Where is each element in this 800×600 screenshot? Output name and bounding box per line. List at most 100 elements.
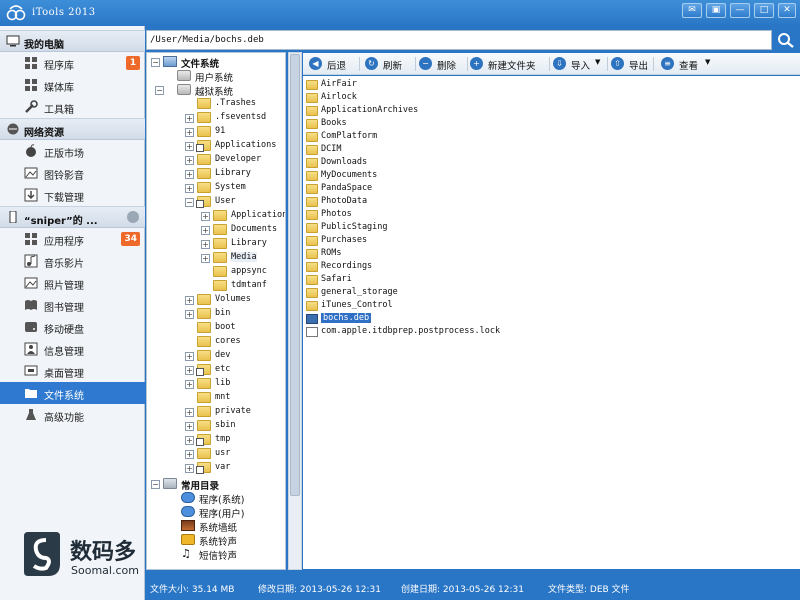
group-my-computer[interactable]: 我的电脑 — [0, 30, 145, 52]
tree-label: appsync — [231, 266, 267, 276]
sidebar-item-label: 文件系统 — [44, 391, 84, 402]
sidebar-item-advanced[interactable]: 高级功能 — [0, 404, 145, 426]
sidebar-item-label: 高级功能 — [44, 413, 84, 424]
expand-icon[interactable]: + — [185, 296, 194, 305]
path-input[interactable]: /User/Media/bochs.deb — [146, 30, 772, 50]
new-folder-icon: + — [470, 57, 483, 70]
sidebar-item-books[interactable]: 图书管理 — [0, 294, 145, 316]
sidebar-item-label: 桌面管理 — [44, 369, 84, 380]
sidebar-item-download-manager[interactable]: 下载管理 — [0, 184, 145, 206]
expand-icon[interactable]: + — [185, 114, 194, 123]
sidebar-item-info-manager[interactable]: 信息管理 — [0, 338, 145, 360]
expand-icon[interactable]: + — [185, 408, 194, 417]
group-label: 我的电脑 — [24, 40, 64, 51]
sidebar-item-ringtones-media[interactable]: 图铃影音 — [0, 162, 145, 184]
tree-label: Applications — [231, 210, 285, 220]
file-name: Books — [321, 118, 347, 128]
expand-icon[interactable]: + — [185, 436, 194, 445]
sidebar-item-desktop-manager[interactable]: 桌面管理 — [0, 360, 145, 382]
sidebar-item-app-store[interactable]: 正版市场 — [0, 140, 145, 162]
folder-icon — [213, 266, 227, 277]
skin-button[interactable]: ▣ — [706, 3, 726, 18]
collapse-icon[interactable]: − — [185, 198, 194, 207]
tree-label: boot — [215, 322, 236, 332]
expand-icon[interactable]: + — [185, 156, 194, 165]
collapse-icon[interactable]: − — [151, 58, 160, 67]
sidebar-item-toolbox[interactable]: 工具箱 — [0, 96, 145, 118]
back-button[interactable]: ◀ 后退 — [309, 56, 355, 72]
expand-icon[interactable]: + — [185, 310, 194, 319]
folder-icon — [306, 184, 318, 194]
bell-icon — [181, 534, 195, 545]
sidebar-item-mobile-disk[interactable]: 移动硬盘 — [0, 316, 145, 338]
tree-label: 系统铃声 — [199, 537, 238, 548]
expand-icon[interactable]: + — [185, 450, 194, 459]
refresh-label: 刷新 — [383, 61, 403, 72]
delete-button[interactable]: − 删除 — [419, 56, 465, 72]
file-icon — [306, 327, 318, 337]
eject-icon[interactable] — [127, 211, 139, 223]
tree-label: 91 — [215, 126, 226, 136]
close-button[interactable]: ✕ — [778, 3, 796, 18]
modified-date: 修改日期: 2013-05-26 12:31 — [258, 585, 381, 595]
file-name: com.apple.itdbprep.postprocess.lock — [321, 326, 501, 336]
expand-icon[interactable]: + — [185, 380, 194, 389]
tree-label: .Trashes — [215, 98, 256, 108]
collapse-icon[interactable]: − — [151, 480, 160, 489]
import-button[interactable]: ⇩ 导入 ▼ — [553, 56, 603, 72]
sidebar-item-file-system[interactable]: 文件系统 — [0, 382, 145, 404]
group-network-resources[interactable]: 网络资源 — [0, 118, 145, 140]
dropdown-arrow-icon: ▼ — [705, 58, 711, 66]
sidebar-item-music-video[interactable]: 音乐影片 — [0, 250, 145, 272]
collapse-icon[interactable]: − — [155, 86, 164, 95]
expand-icon[interactable]: + — [185, 142, 194, 151]
group-label: “sniper”的 ... — [24, 216, 98, 227]
sidebar-item-label: 图书管理 — [44, 303, 84, 314]
expand-icon[interactable]: + — [201, 212, 210, 221]
expand-icon[interactable]: + — [185, 352, 194, 361]
export-button[interactable]: ⇧ 导出 — [611, 56, 657, 72]
photo-icon — [24, 277, 38, 289]
expand-icon[interactable]: + — [185, 366, 194, 375]
sidebar-item-photos[interactable]: 照片管理 — [0, 272, 145, 294]
folder-icon — [306, 288, 318, 298]
file-name: DCIM — [321, 144, 342, 154]
maximize-button[interactable]: □ — [754, 3, 774, 18]
tree-label: Library — [231, 238, 267, 248]
search-icon[interactable] — [776, 31, 796, 49]
drive-icon — [177, 70, 191, 81]
apps-grid-icon — [25, 233, 37, 245]
expand-icon[interactable]: + — [201, 226, 210, 235]
tree-label: 程序(用户) — [199, 509, 245, 520]
status-bar: 文件大小: 35.14 MB 修改日期: 2013-05-26 12:31 创建… — [146, 576, 800, 600]
tree-label: Documents — [231, 224, 278, 234]
sidebar-item-media-library[interactable]: 媒体库 — [0, 74, 145, 96]
sidebar-item-applications[interactable]: 应用程序 34 — [0, 228, 145, 250]
tree-scrollbar-thumb[interactable] — [290, 54, 300, 496]
file-name: Safari — [321, 274, 352, 284]
book-icon — [25, 300, 37, 310]
tree-label: sbin — [215, 420, 236, 430]
refresh-button[interactable]: ↻ 刷新 — [365, 56, 411, 72]
sidebar-item-app-library[interactable]: 程序库 1 — [0, 52, 145, 74]
count-badge: 34 — [121, 232, 140, 246]
view-button[interactable]: ≡ 查看 ▼ — [661, 56, 717, 72]
new-folder-button[interactable]: + 新建文件夹 — [470, 56, 546, 72]
sidebar-item-label: 下载管理 — [44, 193, 84, 204]
expand-icon[interactable]: + — [185, 184, 194, 193]
tree-label: 短信铃声 — [199, 551, 238, 562]
expand-icon[interactable]: + — [185, 170, 194, 179]
music-icon — [24, 254, 38, 268]
expand-icon[interactable]: + — [185, 422, 194, 431]
expand-icon[interactable]: + — [185, 128, 194, 137]
tree-label: User — [215, 196, 236, 206]
minimize-button[interactable]: — — [730, 3, 750, 18]
expand-icon[interactable]: + — [185, 464, 194, 473]
feedback-button[interactable]: ✉ — [682, 3, 702, 18]
sidebar-item-label: 媒体库 — [44, 83, 74, 94]
expand-icon[interactable]: + — [201, 240, 210, 249]
expand-icon[interactable]: + — [201, 254, 210, 263]
file-name: Airlock — [321, 92, 357, 102]
group-device[interactable]: “sniper”的 ... — [0, 206, 145, 228]
folder-icon — [306, 171, 318, 181]
